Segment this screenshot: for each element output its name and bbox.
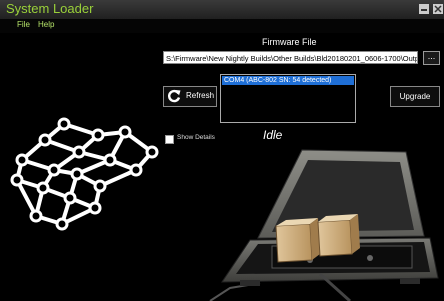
title-bar: System Loader — [0, 0, 444, 19]
network-lattice-icon — [10, 117, 159, 231]
menu-bar: File Help — [0, 19, 444, 33]
close-icon[interactable] — [432, 3, 444, 15]
minimize-icon[interactable] — [418, 3, 430, 15]
port-list[interactable]: COM4 (ABC-802 SN: 54 detected) — [220, 74, 356, 123]
browse-button[interactable]: ... — [423, 51, 440, 65]
refresh-label: Refresh — [186, 91, 215, 100]
status-text: Idle — [263, 128, 283, 142]
port-list-item[interactable]: COM4 (ABC-802 SN: 54 detected) — [222, 76, 354, 85]
refresh-button[interactable]: Refresh — [163, 86, 217, 107]
firmware-path-field[interactable]: S:\Firmware\New Nightly Builds\Other Bui… — [163, 51, 418, 64]
firmware-file-label: Firmware File — [262, 37, 317, 47]
refresh-icon — [168, 89, 181, 103]
device-case-image — [209, 149, 439, 301]
menu-help[interactable]: Help — [38, 20, 54, 29]
app-title: System Loader — [6, 1, 94, 16]
upgrade-button[interactable]: Upgrade — [390, 86, 440, 107]
menu-file[interactable]: File — [17, 20, 30, 29]
show-details-label: Show Details — [177, 134, 215, 141]
show-details-checkbox[interactable] — [165, 135, 174, 144]
